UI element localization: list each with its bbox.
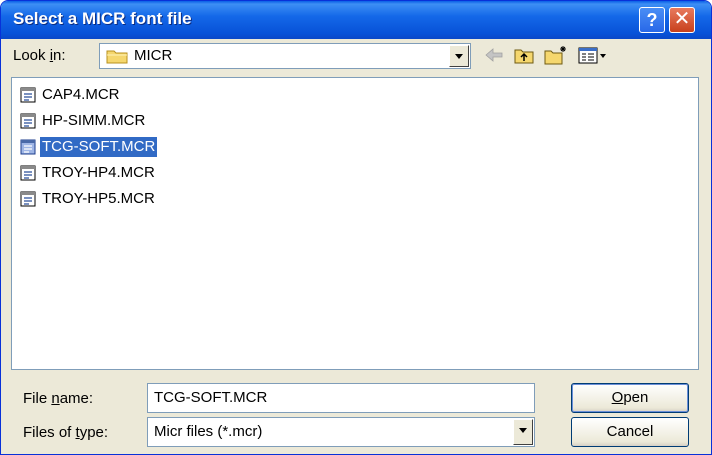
title-bar[interactable]: Select a MICR font file ? ✕ xyxy=(1,1,711,39)
up-one-level-icon[interactable] xyxy=(513,44,535,66)
files-of-type-dropdown[interactable]: Micr files (*.mcr) xyxy=(147,417,535,447)
look-in-dropdown-button[interactable] xyxy=(449,45,469,67)
create-new-folder-icon[interactable] xyxy=(543,44,569,66)
help-button[interactable]: ? xyxy=(639,7,665,33)
close-button[interactable]: ✕ xyxy=(669,7,695,33)
folder-icon xyxy=(106,50,128,64)
file-type-value: Micr files (*.mcr) xyxy=(154,423,263,440)
select-micr-font-dialog: Select a MICR font file ? ✕ Look in: MIC… xyxy=(0,0,712,455)
file-name-label: File name: xyxy=(23,390,94,407)
file-name: HP-SIMM.MCR xyxy=(42,112,146,129)
view-menu-icon[interactable] xyxy=(577,44,607,66)
file-name: TROY-HP4.MCR xyxy=(42,164,155,181)
look-in-label: Look in: xyxy=(13,47,66,64)
dialog-title: Select a MICR font file xyxy=(13,9,192,28)
file-icon xyxy=(20,139,36,155)
close-icon: ✕ xyxy=(673,8,691,30)
current-folder-name: MICR xyxy=(134,47,173,64)
question-mark-icon: ? xyxy=(646,10,658,30)
file-icon xyxy=(20,165,36,181)
cancel-button[interactable]: Cancel xyxy=(571,417,689,447)
file-name-input[interactable]: TCG-SOFT.MCR xyxy=(147,383,535,413)
file-icon xyxy=(20,191,36,207)
files-of-type-label: Files of type: xyxy=(23,424,109,441)
file-name: TROY-HP5.MCR xyxy=(42,190,155,207)
look-in-dropdown[interactable]: MICR xyxy=(99,43,471,69)
file-name: CAP4.MCR xyxy=(42,86,120,103)
back-arrow-icon[interactable] xyxy=(483,44,505,66)
file-list[interactable]: CAP4.MCR HP-SIMM.MCR TCG-SOFT.MCR TROY-H… xyxy=(11,77,699,370)
file-icon xyxy=(20,113,36,129)
file-icon xyxy=(20,87,36,103)
file-name: TCG-SOFT.MCR xyxy=(40,137,158,157)
files-of-type-dropdown-button[interactable] xyxy=(513,419,533,445)
open-button[interactable]: Open xyxy=(571,383,689,413)
